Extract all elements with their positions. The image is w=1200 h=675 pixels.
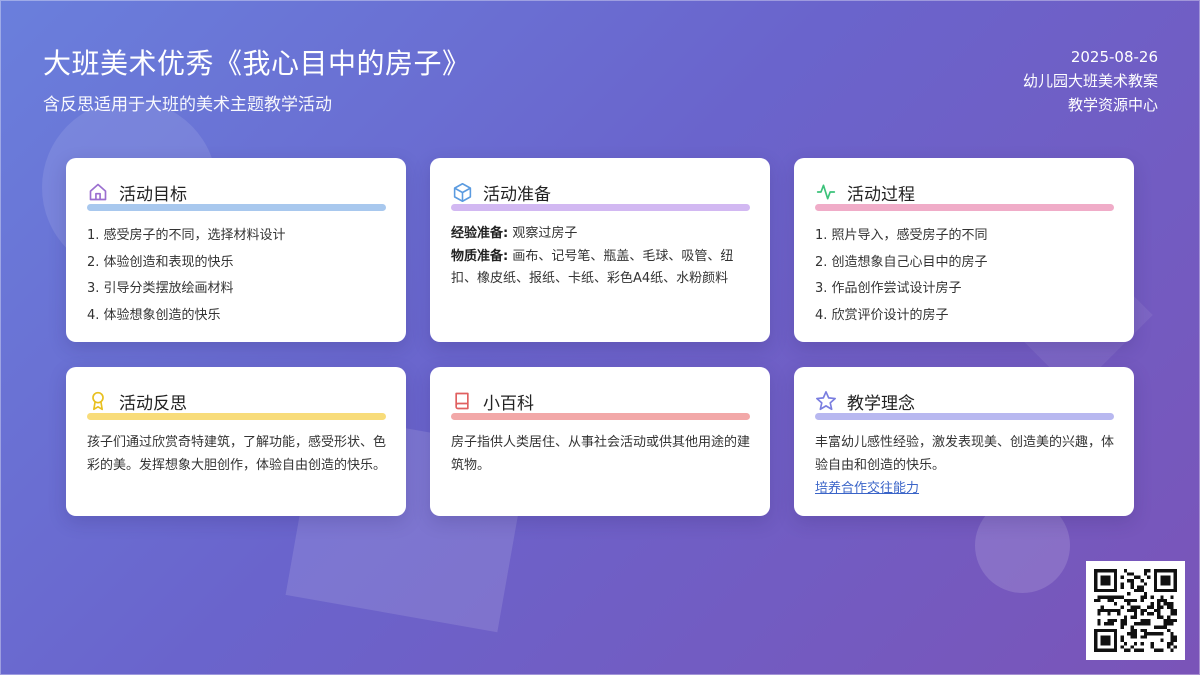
card-process: 活动过程 1. 照片导入，感受房子的不同 2. 创造想象自己心目中的房子 3. … [794,158,1134,342]
card-goals: 活动目标 1. 感受房子的不同，选择材料设计 2. 体验创造和表现的快乐 3. … [66,158,406,342]
card-header: 活动目标 [87,180,386,205]
page-subtitle: 含反思适用于大班的美术主题教学活动 [43,95,332,115]
list-item: 4. 体验想象创造的快乐 [87,307,221,323]
experience-value: 观察过房子 [508,226,578,241]
list-item: 1. 感受房子的不同，选择材料设计 [87,228,286,243]
experience-label: 经验准备: [451,226,509,241]
qr-code-icon [1086,561,1185,660]
activity-icon [815,180,837,204]
home-icon [87,180,109,204]
card-header: 活动过程 [815,180,1114,205]
list-item: 2. 创造想象自己心目中的房子 [815,254,988,270]
reflection-text: 孩子们通过欣赏奇特建筑，了解功能，感受形状、色彩的美。发挥想象大胆创作，体验自由… [87,435,387,473]
card-accent-bar [451,413,750,420]
card-accent-bar [87,204,386,211]
card-reflection: 活动反思 孩子们通过欣赏奇特建筑，了解功能，感受形状、色彩的美。发挥想象大胆创作… [66,367,406,516]
list-item: 1. 照片导入，感受房子的不同 [815,228,988,243]
meta-date: 2025-08-26 [1070,48,1158,66]
meta-source: 教学资源中心 [1067,96,1158,114]
page-title: 大班美术优秀《我心目中的房子》 [43,47,471,80]
goals-list: 1. 感受房子的不同，选择材料设计 2. 体验创造和表现的快乐 3. 引导分类摆… [87,223,386,329]
card-header: 活动准备 [451,180,750,205]
list-item: 3. 引导分类摆放绘画材料 [87,281,234,296]
card-header: 活动反思 [87,389,386,414]
material-label: 物质准备: [451,248,509,264]
card-header: 小百科 [451,389,750,414]
book-icon [451,389,473,413]
card-accent-bar [87,413,386,420]
wiki-text: 房子指供人类居住、从事社会活动或供其他用途的建筑物。 [451,435,751,473]
process-list: 1. 照片导入，感受房子的不同 2. 创造想象自己心目中的房子 3. 作品创作尝… [815,223,1114,329]
philosophy-text: 丰富幼儿感性经验，激发表现美、创造美的兴趣，体验自由和创造的快乐。 [815,435,1115,473]
card-title: 小百科 [483,393,534,414]
card-accent-bar [815,413,1114,420]
cube-icon [451,180,473,204]
card-title: 活动过程 [847,184,915,205]
cooperation-link[interactable]: 培养合作交往能力 [815,481,919,496]
list-item: 3. 作品创作尝试设计房子 [815,281,962,296]
star-icon [815,389,837,413]
card-philosophy: 教学理念 丰富幼儿感性经验，激发表现美、创造美的兴趣，体验自由和创造的快乐。 培… [794,367,1134,516]
card-wiki: 小百科 房子指供人类居住、从事社会活动或供其他用途的建筑物。 [430,367,770,516]
material-prep: 物质准备: 画布、记号笔、瓶盖、毛球、吸管、纽扣、橡皮纸、报纸、卡纸、彩色A4纸… [451,246,750,291]
card-title: 活动准备 [483,184,551,205]
card-accent-bar [451,204,750,211]
award-icon [87,389,109,413]
card-accent-bar [815,204,1114,211]
card-prep: 活动准备 经验准备: 观察过房子 物质准备: 画布、记号笔、瓶盖、毛球、吸管、纽… [430,158,770,342]
card-title: 活动目标 [119,184,187,205]
card-title: 教学理念 [847,393,915,414]
experience-prep: 经验准备: 观察过房子 [451,223,750,246]
meta-info: 2025-08-26 幼儿园大班美术教案 教学资源中心 [1023,45,1158,117]
list-item: 4. 欣赏评价设计的房子 [815,307,949,323]
card-header: 教学理念 [815,389,1114,414]
meta-category: 幼儿园大班美术教案 [1022,72,1158,90]
list-item: 2. 体验创造和表现的快乐 [87,254,234,270]
card-title: 活动反思 [119,393,187,414]
